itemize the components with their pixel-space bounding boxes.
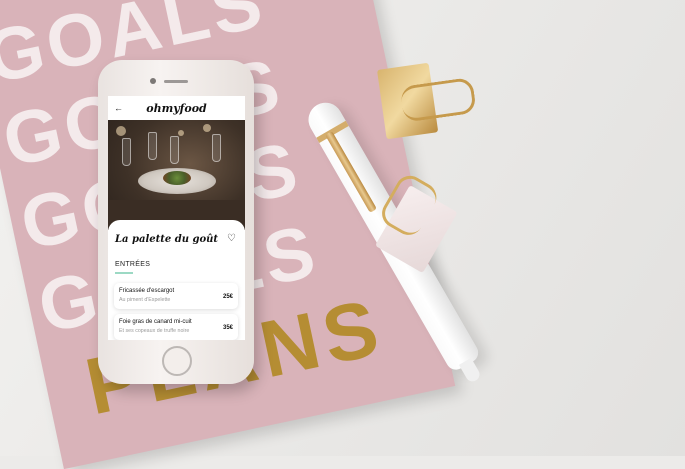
menu-item-description: Au piment d'Espelette [119,297,171,303]
wine-glass [170,136,179,164]
heart-outline-icon[interactable]: ♡ [227,233,236,244]
menu-item-name: Fricassée d'escargot [119,288,175,294]
phone-speaker [164,80,188,83]
home-button[interactable] [162,346,192,376]
front-camera [150,78,156,84]
menu-item-name: Foie gras de canard mi-cuit [119,319,192,325]
menu-item-price: 35€ [222,325,233,331]
restaurant-name: La palette du goût [115,234,219,245]
phone-screen: ← ohmyfood La palette du goût ♡ ENTRÉES … [108,96,245,340]
section-underline [115,272,133,274]
menu-item[interactable]: Foie gras de canard mi-cuit Et ses copea… [114,314,238,340]
dish [163,171,191,185]
app-header: ← ohmyfood [108,96,245,120]
restaurant-card: La palette du goût ♡ ENTRÉES Fricassée d… [108,220,245,340]
bokeh-light [116,126,126,136]
section-title: ENTRÉES [115,261,151,268]
wine-glass [212,134,221,162]
restaurant-hero-image [108,120,245,230]
phone-device: ← ohmyfood La palette du goût ♡ ENTRÉES … [98,60,254,384]
brand-logo: ohmyfood [146,101,207,115]
bokeh-light [178,130,184,136]
menu-item-price: 25€ [222,294,233,300]
menu-item[interactable]: Fricassée d'escargot Au piment d'Espelet… [114,283,238,309]
menu-item-description: Et ses copeaux de truffe noire [119,328,190,334]
bokeh-light [203,124,211,132]
wine-glass [122,138,131,166]
wine-glass [148,132,157,160]
